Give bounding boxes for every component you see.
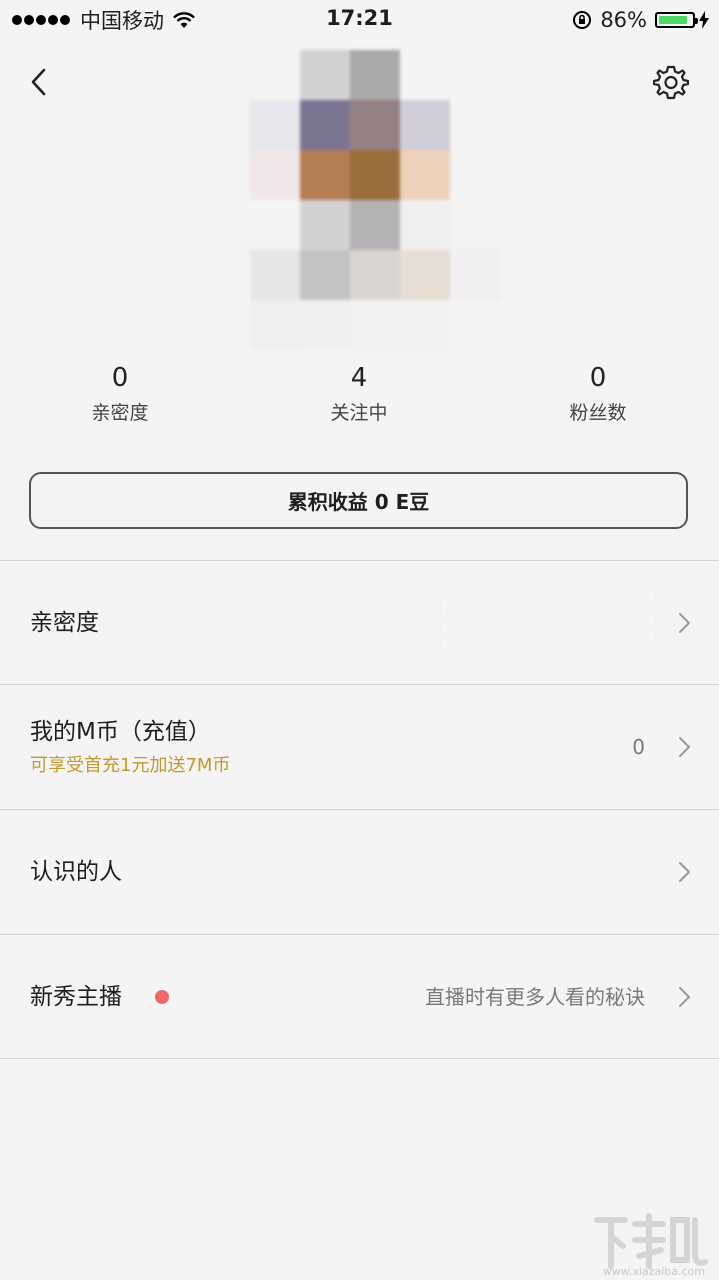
new-host-hint: 直播时有更多人看的秘诀: [425, 985, 645, 1009]
stat-value: 4: [350, 363, 368, 393]
row-title: 我的M币（充值）: [30, 719, 211, 745]
list-item-intimacy[interactable]: 亲密度: [0, 561, 719, 684]
back-arrow-icon: [31, 68, 46, 96]
list-item-acquaintances[interactable]: 认识的人: [0, 810, 719, 933]
chevron-right-icon: [679, 737, 690, 757]
stat-fans[interactable]: 0 粉丝数: [478, 360, 718, 428]
stat-label: 粉丝数: [569, 402, 627, 424]
watermark-url: www.xiazaiba.com: [602, 1265, 705, 1278]
battery-level: [659, 16, 687, 24]
back-button[interactable]: [22, 62, 54, 102]
new-badge-dot: [155, 990, 169, 1004]
earnings-button[interactable]: 累积收益 0 E豆: [29, 472, 688, 529]
list-item-new-host[interactable]: 新秀主播 直播时有更多人看的秘诀: [0, 935, 719, 1058]
divider: [0, 1058, 719, 1059]
status-right: 86%: [572, 6, 709, 34]
intimacy-avatars-placeholder: [440, 589, 656, 659]
avatar[interactable]: [250, 50, 500, 350]
chevron-right-icon: [679, 862, 690, 882]
battery-icon: [655, 12, 698, 28]
row-title: 亲密度: [30, 610, 99, 636]
mcoin-balance: 0: [632, 735, 645, 759]
list-item-mcoin[interactable]: 我的M币（充值） 可享受首充1元加送7M币 0: [0, 685, 719, 808]
row-title: 新秀主播: [30, 984, 122, 1010]
stat-intimacy[interactable]: 0 亲密度: [0, 360, 240, 428]
battery-percentage: 86%: [600, 8, 647, 32]
row-title: 认识的人: [30, 859, 122, 885]
stat-following[interactable]: 4 关注中: [239, 360, 479, 428]
settings-button[interactable]: [651, 62, 691, 102]
lock-rotation-icon: [573, 11, 592, 29]
stat-value: 0: [589, 363, 607, 393]
chevron-right-icon: [679, 987, 690, 1007]
stat-label: 关注中: [330, 402, 388, 424]
chevron-right-icon: [679, 613, 690, 633]
charging-bolt-icon: [699, 11, 709, 29]
status-bar: 中国移动 17:21 86%: [0, 0, 719, 40]
recharge-promo-text: 可享受首充1元加送7M币: [30, 755, 231, 776]
stat-value: 0: [111, 363, 129, 393]
gear-icon: [653, 65, 689, 100]
stat-label: 亲密度: [91, 402, 149, 424]
